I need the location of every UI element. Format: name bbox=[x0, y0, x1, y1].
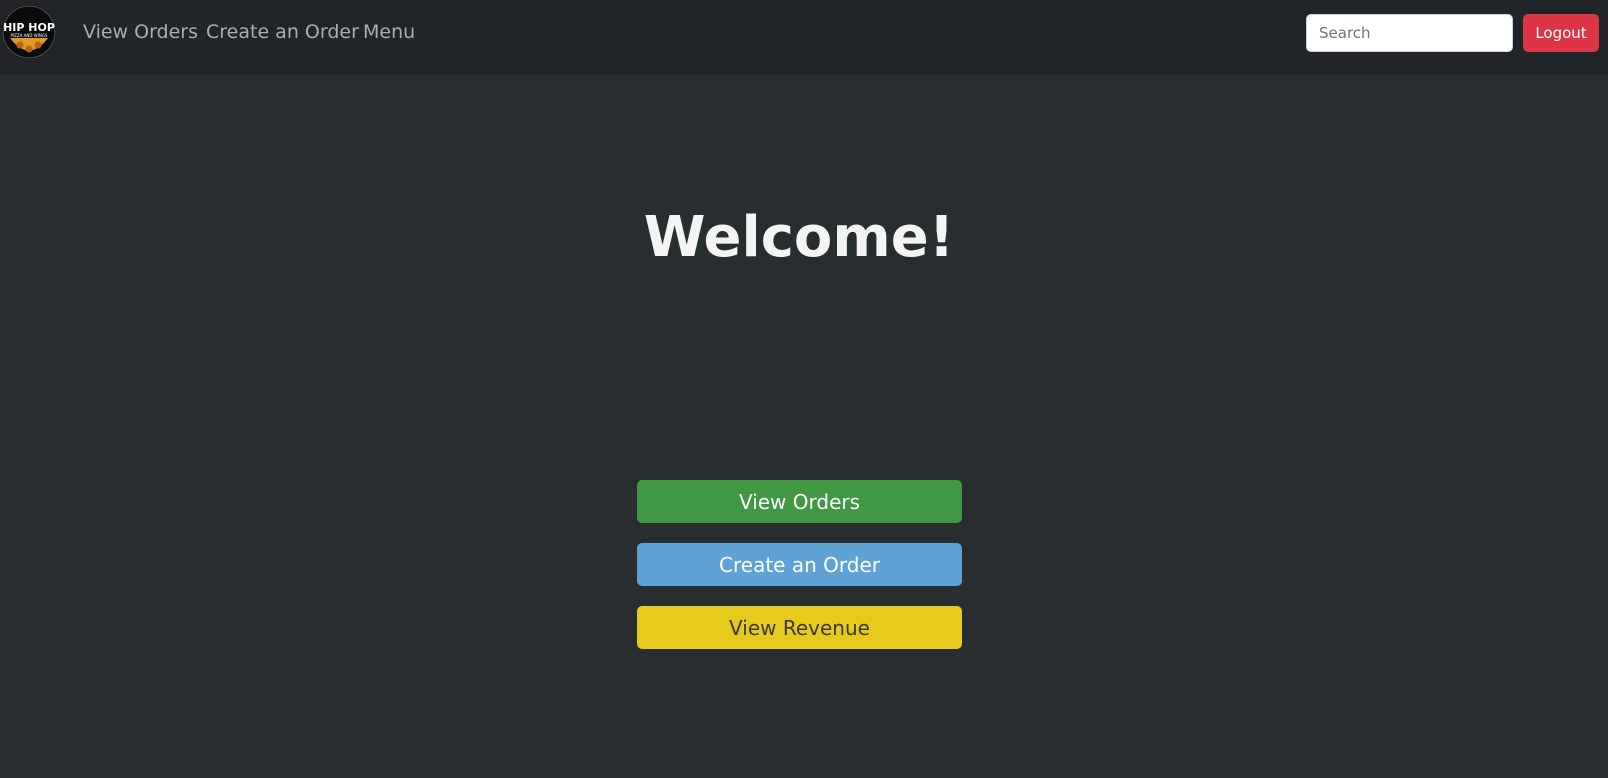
view-orders-button[interactable]: View Orders bbox=[637, 480, 962, 523]
welcome-heading: Welcome! bbox=[643, 205, 955, 270]
search-input[interactable] bbox=[1306, 14, 1513, 52]
top-navbar: HIP HOP PIZZA AND WINGS View Orders Crea… bbox=[0, 0, 1608, 75]
hip-hop-pizza-logo-icon[interactable]: HIP HOP PIZZA AND WINGS bbox=[2, 5, 56, 59]
logo-text-bottom: PIZZA AND WINGS bbox=[11, 33, 48, 38]
create-order-button[interactable]: Create an Order bbox=[637, 543, 962, 586]
view-revenue-button[interactable]: View Revenue bbox=[637, 606, 962, 649]
nav-link-create-order[interactable]: Create an Order bbox=[206, 21, 359, 43]
nav-link-menu[interactable]: Menu bbox=[363, 21, 415, 43]
nav-link-view-orders[interactable]: View Orders bbox=[83, 21, 198, 43]
logout-button[interactable]: Logout bbox=[1523, 14, 1599, 52]
